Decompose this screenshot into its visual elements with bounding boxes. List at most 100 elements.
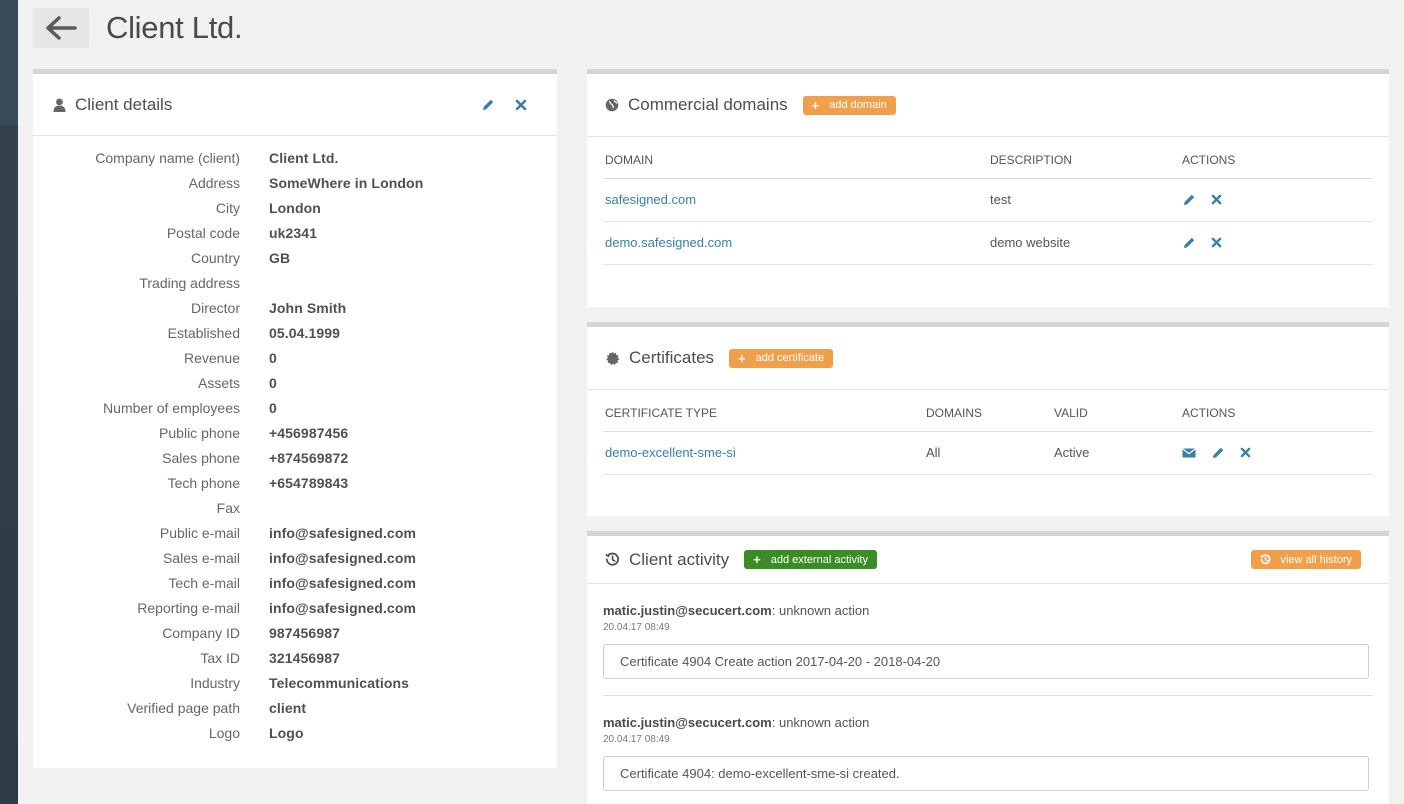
- detail-label: Industry: [190, 674, 240, 691]
- activity-item: matic.justin@secucert.com: unknown actio…: [603, 584, 1373, 696]
- commercial-domains-panel: Commercial domains + add domain DOMAIN DE…: [587, 69, 1389, 307]
- detail-value: uk2341: [269, 224, 318, 241]
- column-header: DOMAINS: [924, 390, 1052, 432]
- row-actions: [1182, 193, 1373, 207]
- domain-link[interactable]: safesigned.com: [605, 192, 696, 207]
- detail-value: info@safesigned.com: [269, 524, 417, 541]
- edit-icon[interactable]: [1182, 193, 1196, 207]
- detail-value: Logo: [269, 724, 304, 741]
- column-header: DOMAIN: [603, 137, 988, 179]
- mail-icon[interactable]: [1182, 447, 1196, 458]
- detail-label: Director: [190, 299, 240, 316]
- detail-row: Postal code uk2341: [33, 220, 557, 245]
- detail-label: Logo: [208, 724, 240, 741]
- client-details-header: Client details: [33, 74, 557, 136]
- detail-label: Tech phone: [167, 474, 240, 491]
- history-icon: [1260, 554, 1271, 565]
- detail-row: Public phone +456987456: [33, 420, 557, 445]
- activity-description: Certificate 4904: demo-excellent-sme-si …: [603, 756, 1369, 791]
- commercial-domains-header: Commercial domains + add domain: [587, 74, 1389, 137]
- detail-value: John Smith: [269, 299, 347, 316]
- edit-icon[interactable]: [1211, 446, 1225, 460]
- detail-row: Address SomeWhere in London: [33, 170, 557, 195]
- detail-row: Industry Telecommunications: [33, 670, 557, 695]
- detail-row: Trading address: [33, 270, 557, 295]
- close-icon[interactable]: [1211, 237, 1222, 248]
- column-header: CERTIFICATE TYPE: [603, 390, 924, 432]
- domain-description: demo website: [988, 221, 1180, 265]
- detail-label: Verified page path: [127, 699, 240, 716]
- certificates-header: Certificates + add certificate: [587, 327, 1389, 390]
- activity-user-line: matic.justin@secucert.com: unknown actio…: [603, 715, 1373, 730]
- detail-label: Sales e-mail: [162, 549, 240, 566]
- activity-action: : unknown action: [771, 715, 870, 730]
- history-icon: [605, 552, 620, 566]
- certificate-domains: All: [924, 431, 1052, 475]
- detail-row: Tech phone +654789843: [33, 470, 557, 495]
- column-header: VALID: [1052, 390, 1180, 432]
- detail-label: Country: [190, 249, 240, 266]
- edit-icon[interactable]: [1182, 236, 1196, 250]
- detail-label: Public phone: [159, 424, 240, 441]
- side-strip: [0, 0, 18, 804]
- detail-value: info@safesigned.com: [269, 574, 417, 591]
- detail-value: 0: [269, 374, 277, 391]
- certificate-icon: [606, 350, 620, 365]
- detail-value: Client Ltd.: [269, 149, 339, 166]
- client-details-panel: Client details Company name (client) Clie…: [33, 69, 557, 768]
- row-actions: [1182, 446, 1373, 460]
- commercial-domains-title: Commercial domains: [628, 95, 788, 114]
- detail-value: 05.04.1999: [269, 324, 341, 341]
- detail-value: 0: [269, 399, 277, 416]
- detail-label: Tech e-mail: [168, 574, 240, 591]
- close-icon[interactable]: [1240, 447, 1251, 458]
- add-external-activity-button[interactable]: + add external activity: [744, 550, 877, 569]
- activity-user: matic.justin@secucert.com: [603, 715, 772, 730]
- certificates-panel: Certificates + add certificate CERTIFICAT…: [587, 322, 1389, 516]
- domain-description: test: [988, 178, 1180, 222]
- detail-label: Postal code: [166, 224, 240, 241]
- detail-label: Tax ID: [200, 649, 240, 666]
- detail-value: 987456987: [269, 624, 340, 641]
- activity-item: matic.justin@secucert.com: unknown actio…: [603, 696, 1373, 804]
- detail-row: Assets 0: [33, 370, 557, 395]
- certificate-valid: Active: [1052, 431, 1180, 475]
- detail-row: Public e-mail info@safesigned.com: [33, 520, 557, 545]
- detail-row: Reporting e-mail info@safesigned.com: [33, 595, 557, 620]
- edit-icon[interactable]: [481, 98, 495, 112]
- activity-user: matic.justin@secucert.com: [603, 603, 772, 618]
- detail-value: +456987456: [269, 424, 349, 441]
- view-all-history-button[interactable]: view all history: [1251, 550, 1361, 569]
- activity-time: 20.04.17 08:49: [603, 734, 670, 745]
- column-header: ACTIONS: [1180, 137, 1373, 179]
- detail-row: Tech e-mail info@safesigned.com: [33, 570, 557, 595]
- detail-row: Logo Logo: [33, 720, 557, 745]
- detail-row: Tax ID 321456987: [33, 645, 557, 670]
- detail-row: Company ID 987456987: [33, 620, 557, 645]
- back-button[interactable]: [33, 8, 89, 48]
- page-header: Client Ltd.: [33, 8, 243, 48]
- domain-link[interactable]: demo.safesigned.com: [605, 235, 732, 250]
- globe-icon: [605, 98, 619, 112]
- close-icon[interactable]: [1211, 194, 1222, 205]
- detail-value: +654789843: [269, 474, 349, 491]
- detail-label: Company name (client): [95, 149, 240, 166]
- detail-label: Established: [167, 324, 240, 341]
- add-domain-button[interactable]: + add domain: [802, 95, 896, 115]
- close-icon[interactable]: [515, 99, 527, 111]
- plus-icon: +: [753, 552, 761, 567]
- add-certificate-button[interactable]: + add certificate: [729, 348, 834, 368]
- detail-label: Reporting e-mail: [137, 599, 240, 616]
- detail-row: Number of employees 0: [33, 395, 557, 420]
- table-row: demo.safesigned.com demo website: [603, 221, 1373, 265]
- back-arrow-icon: [46, 16, 77, 40]
- detail-value: +874569872: [269, 449, 349, 466]
- detail-row: Company name (client) Client Ltd.: [33, 145, 557, 170]
- column-header: DESCRIPTION: [988, 137, 1180, 179]
- detail-value: SomeWhere in London: [269, 174, 424, 191]
- table-row: safesigned.com test: [603, 178, 1373, 222]
- detail-label: Assets: [197, 374, 240, 391]
- detail-row: Verified page path client: [33, 695, 557, 720]
- certificate-link[interactable]: demo-excellent-sme-si: [605, 445, 736, 460]
- client-details-list: Company name (client) Client Ltd. Address S…: [33, 136, 557, 745]
